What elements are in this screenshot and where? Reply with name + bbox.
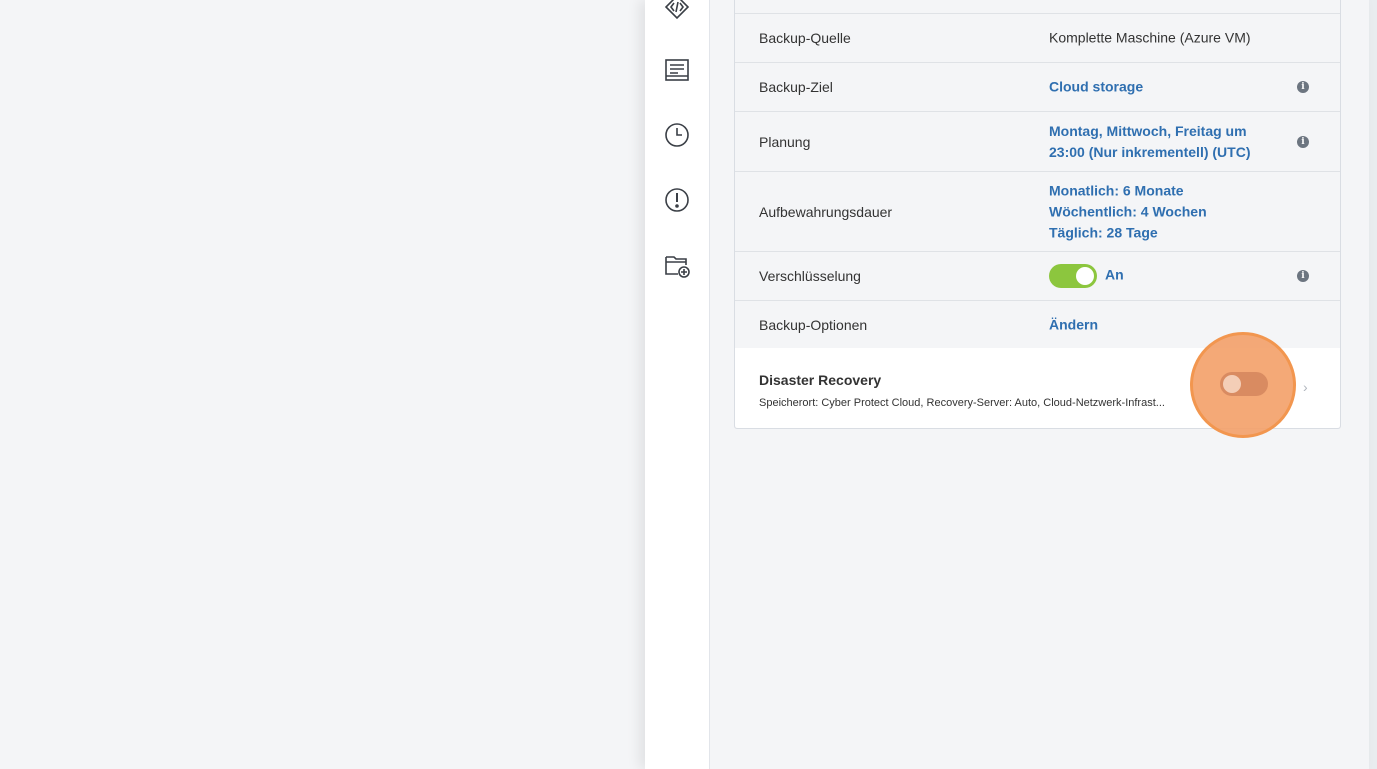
info-icon[interactable]: i <box>1297 270 1309 282</box>
retention-row: Aufbewahrungsdauer Monatlich: 6 Monate W… <box>735 172 1340 252</box>
schedule-row: Planung Montag, Mittwoch, Freitag um 23:… <box>735 112 1340 172</box>
encryption-label: Verschlüsselung <box>759 268 861 284</box>
info-icon[interactable]: i <box>1297 135 1309 148</box>
backup-options-label: Backup-Optionen <box>759 316 868 333</box>
side-nav-rail <box>645 0 710 769</box>
code-icon[interactable] <box>661 0 693 23</box>
info-icon[interactable]: i <box>1297 81 1309 93</box>
encryption-toggle[interactable] <box>1049 264 1097 288</box>
schedule-line-2: 23:00 (Nur inkrementell) (UTC) <box>1049 143 1251 160</box>
disaster-recovery-toggle[interactable] <box>1220 372 1268 396</box>
previous-row <box>735 0 1340 14</box>
backup-source-value: Komplette Maschine (Azure VM) <box>1049 29 1251 46</box>
backup-target-link[interactable]: Cloud storage <box>1049 77 1143 98</box>
chevron-right-icon[interactable]: › <box>1303 379 1308 395</box>
window-edge <box>1369 0 1377 769</box>
encryption-row: Verschlüsselung An i <box>735 252 1340 301</box>
toggle-knob <box>1076 267 1094 285</box>
retention-label: Aufbewahrungsdauer <box>759 203 893 220</box>
retention-daily: Täglich: 28 Tage <box>1049 224 1158 240</box>
retention-link[interactable]: Monatlich: 6 Monate Wöchentlich: 4 Woche… <box>1049 180 1207 243</box>
alert-icon[interactable] <box>661 184 693 216</box>
clock-icon[interactable] <box>661 119 693 151</box>
backup-target-label: Backup-Ziel <box>759 79 833 95</box>
schedule-label: Planung <box>759 133 811 150</box>
encryption-state: An <box>1105 266 1124 283</box>
list-icon[interactable] <box>661 54 693 86</box>
backup-options-change-link[interactable]: Ändern <box>1049 314 1098 335</box>
schedule-line-1: Montag, Mittwoch, Freitag um <box>1049 122 1247 139</box>
disaster-recovery-subtitle: Speicherort: Cyber Protect Cloud, Recove… <box>759 397 1165 409</box>
folder-add-icon[interactable] <box>661 249 693 281</box>
backup-source-label: Backup-Quelle <box>759 30 851 46</box>
retention-weekly: Wöchentlich: 4 Wochen <box>1049 203 1207 219</box>
disaster-recovery-title: Disaster Recovery <box>759 372 882 388</box>
schedule-link[interactable]: Montag, Mittwoch, Freitag um 23:00 (Nur … <box>1049 121 1250 163</box>
retention-monthly: Monatlich: 6 Monate <box>1049 182 1184 198</box>
toggle-knob <box>1223 375 1241 393</box>
backup-target-row: Backup-Ziel Cloud storage i <box>735 63 1340 112</box>
backup-source-row: Backup-Quelle Komplette Maschine (Azure … <box>735 14 1340 63</box>
